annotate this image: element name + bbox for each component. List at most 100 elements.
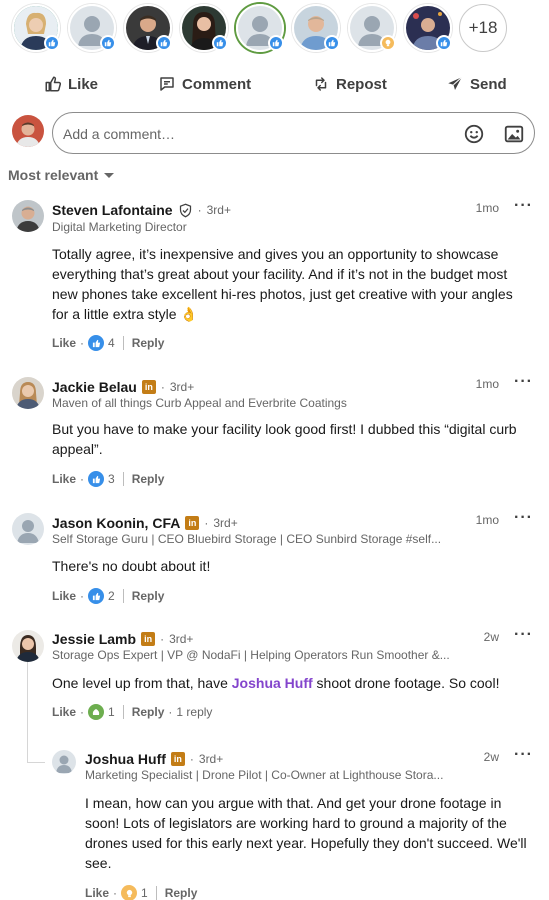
commenter-name[interactable]: Steven Lafontaine [52,202,173,218]
linkedin-premium-icon: in [141,380,156,394]
comment-actions: Like · 1 Reply · 1 reply [52,704,212,720]
thread-connector [27,762,45,763]
repost-button[interactable]: Repost [312,70,387,98]
commenter-headline: Digital Marketing Director [52,220,187,234]
reaction-count[interactable]: 1 [141,886,148,900]
repost-icon [315,77,327,91]
separator-dot: · [189,752,194,766]
comment-options-icon[interactable]: ··· [514,747,533,763]
comment-time: 1mo [475,201,499,215]
mention-link[interactable]: Joshua Huff [232,675,313,691]
comment-options-icon[interactable]: ··· [514,510,533,526]
linkedin-premium-icon: in [185,516,200,530]
like-label: Like [68,75,99,93]
comment-text-part: shoot drone footage. So cool! [312,675,500,691]
support-reaction-icon[interactable] [88,704,105,720]
commenter-name[interactable]: Joshua Huff [85,751,166,767]
connection-degree: 3rd+ [169,380,195,394]
more-reactors-button[interactable]: +18 [459,4,507,52]
comment-label: Comment [182,75,252,93]
like-reaction-icon[interactable] [88,588,105,604]
commenter-name[interactable]: Jackie Belau [52,379,137,395]
comment-like-button[interactable]: Like [52,336,76,350]
like-icon [212,35,228,51]
comment-options-icon[interactable]: ··· [514,374,533,390]
image-icon[interactable] [503,123,525,145]
separator-dot: · [80,589,85,603]
comment-reply-button[interactable]: Reply [165,886,198,900]
comment-actions: Like · 3 Reply [52,471,164,487]
reactor-avatar[interactable] [404,4,452,52]
reactor-avatar[interactable] [180,4,228,52]
comment-reply-button[interactable]: Reply [132,336,165,350]
reactor-avatar[interactable] [124,4,172,52]
comment-composer[interactable] [52,112,535,154]
like-icon [324,35,340,51]
emoji-icon[interactable] [463,123,485,145]
connection-degree: 3rd+ [198,752,224,766]
reaction-count[interactable]: 3 [108,472,115,486]
current-user-avatar[interactable] [12,115,44,147]
commenter-headline: Self Storage Guru | CEO Bluebird Storage… [52,532,442,546]
divider [155,886,157,900]
commenter-name[interactable]: Jessie Lamb [52,631,136,647]
commenter-name[interactable]: Jason Koonin, CFA [52,515,180,531]
reactor-avatar[interactable] [68,4,116,52]
divider [122,705,124,719]
reaction-count[interactable]: 4 [108,336,115,350]
reactor-avatar[interactable] [12,4,60,52]
separator-dot: · [168,705,173,719]
comment-like-button[interactable]: Like [52,472,76,486]
thumbs-up-icon [45,76,62,92]
commenter-avatar[interactable] [12,630,44,662]
send-button[interactable]: Send [446,70,507,98]
commenter-headline: Marketing Specialist | Drone Pilot | Co-… [85,768,444,782]
commenter-avatar[interactable] [52,750,76,774]
commenter-name-row[interactable]: Steven Lafontaine · 3rd+ [52,202,231,218]
commenter-avatar[interactable] [12,513,44,545]
reactor-avatar[interactable] [236,4,284,52]
connection-degree: 3rd+ [169,632,194,646]
comment-reply-button[interactable]: Reply [132,589,165,603]
commenter-avatar[interactable] [12,200,44,232]
connection-degree: 3rd+ [206,203,231,217]
reaction-count[interactable]: 2 [108,589,115,603]
commenter-headline: Maven of all things Curb Appeal and Ever… [52,396,347,410]
commenter-headline: Storage Ops Expert | VP @ NodaFi | Helpi… [52,648,450,662]
like-button[interactable]: Like [44,70,98,98]
comment-like-button[interactable]: Like [85,886,109,900]
reaction-count[interactable]: 1 [108,705,115,719]
comment-text: There's no doubt about it! [52,558,211,574]
comment-time: 2w [483,750,499,764]
comment-options-icon[interactable]: ··· [514,627,533,643]
like-reaction-icon[interactable] [88,471,105,487]
commenter-name-row[interactable]: Jason Koonin, CFA in · 3rd+ [52,515,238,531]
comment-input[interactable] [63,123,443,145]
verified-shield-icon [179,203,191,217]
commenter-name-row[interactable]: Joshua Huff in · 3rd+ [85,751,223,767]
insightful-reaction-icon[interactable] [121,885,138,900]
separator-dot: · [80,705,85,719]
commenter-name-row[interactable]: Jackie Belau in · 3rd+ [52,379,194,395]
like-icon [44,35,60,51]
comment-like-button[interactable]: Like [52,589,76,603]
commenter-avatar[interactable] [12,377,44,409]
comment-like-button[interactable]: Like [52,705,76,719]
reactor-avatar[interactable] [292,4,340,52]
separator-dot: · [160,380,165,394]
commenter-name-row[interactable]: Jessie Lamb in · 3rd+ [52,631,193,647]
like-icon [156,35,172,51]
like-reaction-icon[interactable] [88,335,105,351]
comment-time: 1mo [475,377,499,391]
comment-reply-button[interactable]: Reply [132,472,165,486]
comment-reply-button[interactable]: Reply [132,705,165,719]
reactor-avatar[interactable] [348,4,396,52]
replies-count-link[interactable]: 1 reply [176,705,212,719]
comment-options-icon[interactable]: ··· [514,198,533,214]
comment-text: I mean, how can you argue with that. And… [85,795,527,871]
separator-dot: · [204,516,209,530]
comment-time: 1mo [475,513,499,527]
comment-button[interactable]: Comment [158,70,251,98]
sort-dropdown[interactable]: Most relevant [8,167,115,183]
comment-text-part: One level up from that, have [52,675,232,691]
